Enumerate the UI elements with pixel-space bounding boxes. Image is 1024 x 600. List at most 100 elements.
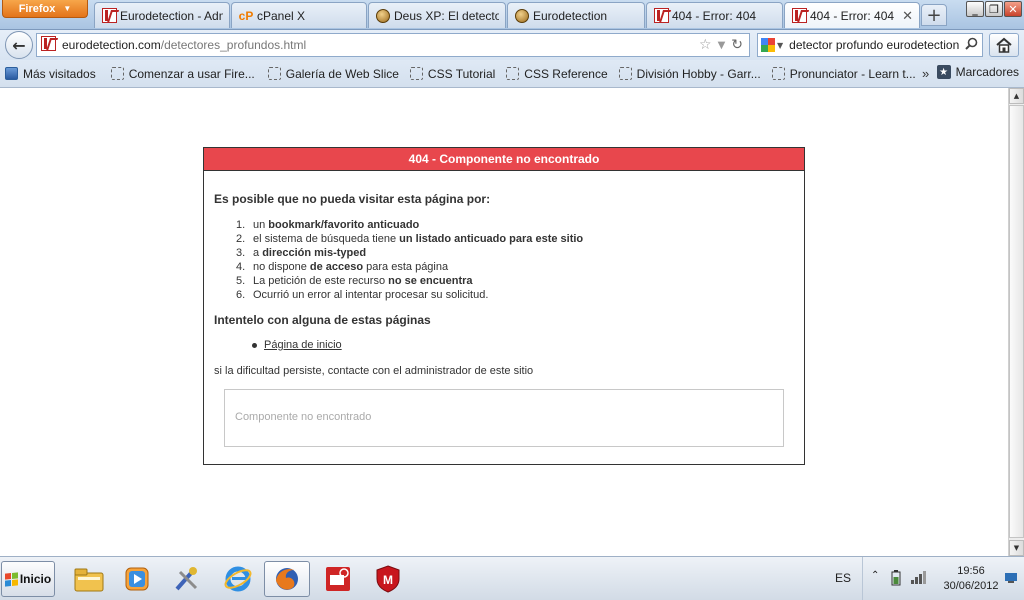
- bookmark-page-icon: [409, 67, 423, 80]
- minimize-window-button[interactable]: _: [966, 1, 984, 17]
- reason-emphasis: bookmark/favorito anticuado: [268, 219, 420, 231]
- tab-eurodetection[interactable]: Eurodetection: [507, 2, 645, 28]
- try-pages-heading: Intentelo con alguna de estas páginas: [214, 313, 431, 327]
- bookmark-getting-started[interactable]: Comenzar a usar Fire...: [106, 67, 261, 81]
- reason-number: 3.: [236, 247, 246, 259]
- bookmarks-overflow-button[interactable]: »: [922, 66, 929, 81]
- navigation-toolbar: ← eurodetection.com/detectores_profundos…: [0, 30, 1024, 60]
- bookmark-page-icon: [506, 67, 520, 80]
- language-indicator[interactable]: ES: [835, 571, 851, 585]
- url-text: eurodetection.com/detectores_profundos.h…: [62, 38, 306, 52]
- bookmark-pronunciator[interactable]: Pronunciator - Learn t...: [767, 67, 922, 81]
- folder-icon: [5, 67, 18, 80]
- reason-prefix: Ocurrió un error al intentar procesar su…: [253, 289, 489, 301]
- start-label: Inicio: [19, 572, 52, 586]
- bookmarks-menu-label: Marcadores: [955, 65, 1019, 79]
- contact-admin-text: si la dificultad persiste, contacte con …: [214, 365, 534, 377]
- start-button[interactable]: Inicio: [1, 561, 55, 597]
- scroll-up-icon[interactable]: ▲: [1009, 88, 1024, 104]
- bookmark-page-icon: [618, 67, 632, 80]
- reason-suffix: para esta página: [363, 261, 449, 273]
- home-page-link[interactable]: Página de inicio: [264, 339, 342, 351]
- vertical-scrollbar[interactable]: ▲ ▼: [1008, 88, 1024, 556]
- home-icon: [996, 37, 1012, 53]
- tab-deus-xp[interactable]: Deus XP: El detector ...: [368, 2, 506, 28]
- mcafee-icon[interactable]: M: [365, 561, 411, 597]
- scrollbar-thumb[interactable]: [1009, 105, 1024, 538]
- search-icon[interactable]: [965, 37, 978, 54]
- reload-icon[interactable]: ↻: [731, 37, 743, 53]
- bookmark-label: Más visitados: [23, 66, 96, 81]
- tab-title: cPanel X: [257, 8, 306, 23]
- bookmark-page-icon: [267, 67, 281, 80]
- remote-app-icon[interactable]: [315, 561, 361, 597]
- signal-strength-icon[interactable]: [911, 570, 929, 587]
- new-tab-button[interactable]: +: [921, 4, 947, 26]
- back-button[interactable]: ←: [5, 31, 33, 59]
- history-dropdown-icon[interactable]: ▼: [718, 40, 726, 51]
- coin-favicon-icon: [375, 8, 391, 24]
- engine-dropdown-icon[interactable]: ▼: [777, 41, 783, 50]
- bookmark-label: División Hobby - Garr...: [636, 66, 761, 81]
- reason-text: no dispone de acceso para esta página: [253, 260, 448, 274]
- show-hidden-icons-icon[interactable]: ⌃: [871, 570, 879, 581]
- browser-tab-bar: Firefox ▼ Eurodetection - Admi... cP cPa…: [0, 0, 1024, 30]
- bookmarks-menu-button[interactable]: ★ Marcadores: [936, 65, 1019, 79]
- search-bar[interactable]: ▼ detector profundo eurodetection: [757, 33, 983, 57]
- firefox-icon[interactable]: [264, 561, 310, 597]
- explorer-icon[interactable]: [66, 561, 112, 597]
- bookmarks-toolbar: Más visitados Comenzar a usar Fire... Ga…: [0, 60, 1024, 88]
- reason-number: 4.: [236, 261, 246, 273]
- bookmark-web-slice[interactable]: Galería de Web Slice: [263, 67, 405, 81]
- reason-emphasis: dirección mis-typed: [262, 247, 367, 259]
- media-player-icon[interactable]: [114, 561, 160, 597]
- reason-item: 3. a dirección mis-typed: [236, 246, 794, 260]
- search-input[interactable]: detector profundo eurodetection: [789, 38, 965, 52]
- firefox-menu-button[interactable]: Firefox ▼: [2, 0, 88, 18]
- battery-icon[interactable]: [891, 570, 901, 589]
- reason-emphasis: un listado anticuado para este sitio: [399, 233, 584, 245]
- back-arrow-icon: ←: [12, 35, 26, 55]
- error-panel: 404 - Componente no encontrado Es posibl…: [203, 147, 805, 465]
- tab-title: 404 - Error: 404: [672, 8, 757, 23]
- tab-error-404-active[interactable]: 404 - Error: 404 ✕: [784, 2, 920, 28]
- site-identity-icon[interactable]: [41, 36, 56, 54]
- notification-icon[interactable]: [1005, 572, 1017, 587]
- tools-icon[interactable]: [164, 561, 210, 597]
- close-window-button[interactable]: ✕: [1004, 1, 1022, 17]
- clock-time: 19:56: [957, 565, 985, 577]
- windows-logo-icon: [4, 571, 18, 587]
- reason-number: 5.: [236, 275, 246, 287]
- error-intro: Es posible que no pueda visitar esta pág…: [214, 192, 491, 206]
- clock[interactable]: 19:56 30/06/2012: [939, 564, 1003, 594]
- bookmark-css-reference[interactable]: CSS Reference: [501, 67, 613, 81]
- tab-eurodetection-admin[interactable]: Eurodetection - Admi...: [94, 2, 230, 28]
- scroll-down-icon[interactable]: ▼: [1009, 540, 1024, 556]
- system-tray: ⌃ 19:56 30/06/2012: [862, 557, 1024, 600]
- reason-item: 5. La petición de este recurso no se encu…: [236, 274, 794, 288]
- google-engine-icon[interactable]: [761, 38, 775, 52]
- tab-error-404[interactable]: 404 - Error: 404: [646, 2, 783, 28]
- reason-text: Ocurrió un error al intentar procesar su…: [253, 288, 488, 302]
- bookmark-star-icon[interactable]: ☆: [699, 37, 712, 53]
- internet-explorer-icon[interactable]: [215, 561, 261, 597]
- tab-title: Eurodetection - Admi...: [120, 8, 223, 23]
- bookmark-most-visited[interactable]: Más visitados: [0, 67, 102, 81]
- list-item: Página de inicio: [252, 339, 794, 351]
- maximize-window-button[interactable]: ❐: [985, 1, 1003, 17]
- bookmark-css-tutorial[interactable]: CSS Tutorial: [405, 67, 501, 81]
- bookmark-division-hobby[interactable]: División Hobby - Garr...: [614, 67, 767, 81]
- reason-emphasis: no se encuentra: [388, 275, 473, 287]
- page-viewport: 404 - Componente no encontrado Es posibl…: [0, 88, 1008, 556]
- reason-emphasis: de acceso: [309, 261, 364, 273]
- clock-date: 30/06/2012: [943, 580, 999, 592]
- eurodetection-favicon-icon: [791, 8, 807, 24]
- address-bar[interactable]: eurodetection.com/detectores_profundos.h…: [36, 33, 750, 57]
- tab-cpanel[interactable]: cP cPanel X: [231, 2, 367, 28]
- home-button[interactable]: [989, 33, 1019, 57]
- reason-prefix: el sistema de búsqueda tiene: [253, 233, 400, 245]
- bookmark-label: Pronunciator - Learn t...: [789, 66, 916, 81]
- svg-text:M: M: [383, 573, 393, 587]
- close-tab-icon[interactable]: ✕: [902, 8, 913, 24]
- reason-item: 4. no dispone de acceso para esta página: [236, 260, 794, 274]
